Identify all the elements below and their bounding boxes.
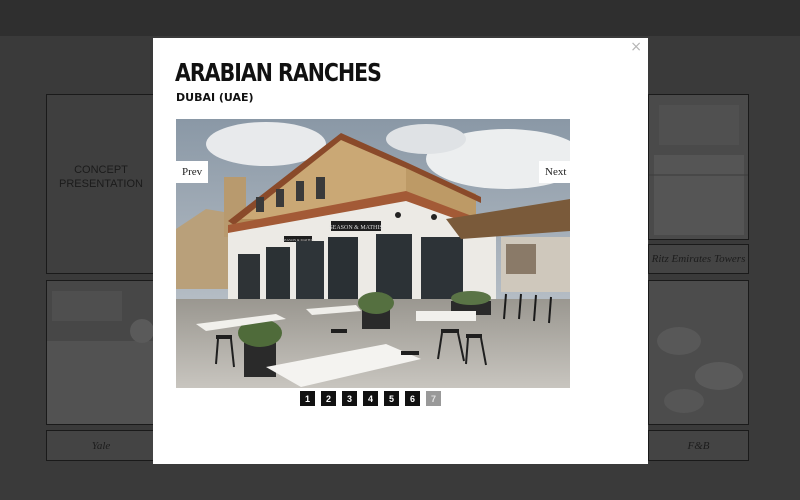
gallery-photo: SEASON & MATHIS SEASON & MATHIS xyxy=(176,119,570,388)
lightbox-modal: × ARABIAN RANCHES DUBAI (UAE) SEASON & M… xyxy=(153,38,648,464)
food-photo xyxy=(649,281,748,424)
yale-label: Yale xyxy=(91,440,111,452)
site-header xyxy=(0,0,800,36)
fnb-label: F&B xyxy=(687,440,710,452)
prev-button[interactable]: Prev xyxy=(176,161,209,183)
project-title: ARABIAN RANCHES xyxy=(175,58,382,87)
concept-presentation-tile[interactable]: CONCEPT PRESENTATION xyxy=(46,94,156,274)
page-button[interactable]: 4 xyxy=(363,391,378,406)
emirates-towers-label: Ritz Emirates Towers xyxy=(651,253,746,265)
page-button[interactable]: 1 xyxy=(300,391,315,406)
concept-presentation-label: CONCEPT PRESENTATION xyxy=(59,164,143,190)
pagination: 1234567 xyxy=(300,391,441,406)
yale-tile[interactable]: Yale xyxy=(46,430,156,461)
restaurant-exterior-photo: SEASON & MATHIS SEASON & MATHIS xyxy=(176,119,570,388)
gallery-tile-food[interactable] xyxy=(648,280,749,425)
interior-photo xyxy=(649,95,748,239)
page-button[interactable]: 3 xyxy=(342,391,357,406)
shop-photo xyxy=(47,281,155,424)
page-button[interactable]: 6 xyxy=(405,391,420,406)
gallery-tile-shop[interactable] xyxy=(46,280,156,425)
close-icon[interactable]: × xyxy=(630,39,642,55)
project-location: DUBAI (UAE) xyxy=(176,91,254,104)
next-button[interactable]: Next xyxy=(539,161,573,183)
sign-text: SEASON & MATHIS xyxy=(329,225,382,231)
emirates-towers-tile[interactable]: Ritz Emirates Towers xyxy=(648,244,749,274)
fnb-tile[interactable]: F&B xyxy=(648,430,749,461)
page-button[interactable]: 5 xyxy=(384,391,399,406)
gallery-tile-interior[interactable] xyxy=(648,94,749,240)
page-button[interactable]: 2 xyxy=(321,391,336,406)
page-button[interactable]: 7 xyxy=(426,391,441,406)
